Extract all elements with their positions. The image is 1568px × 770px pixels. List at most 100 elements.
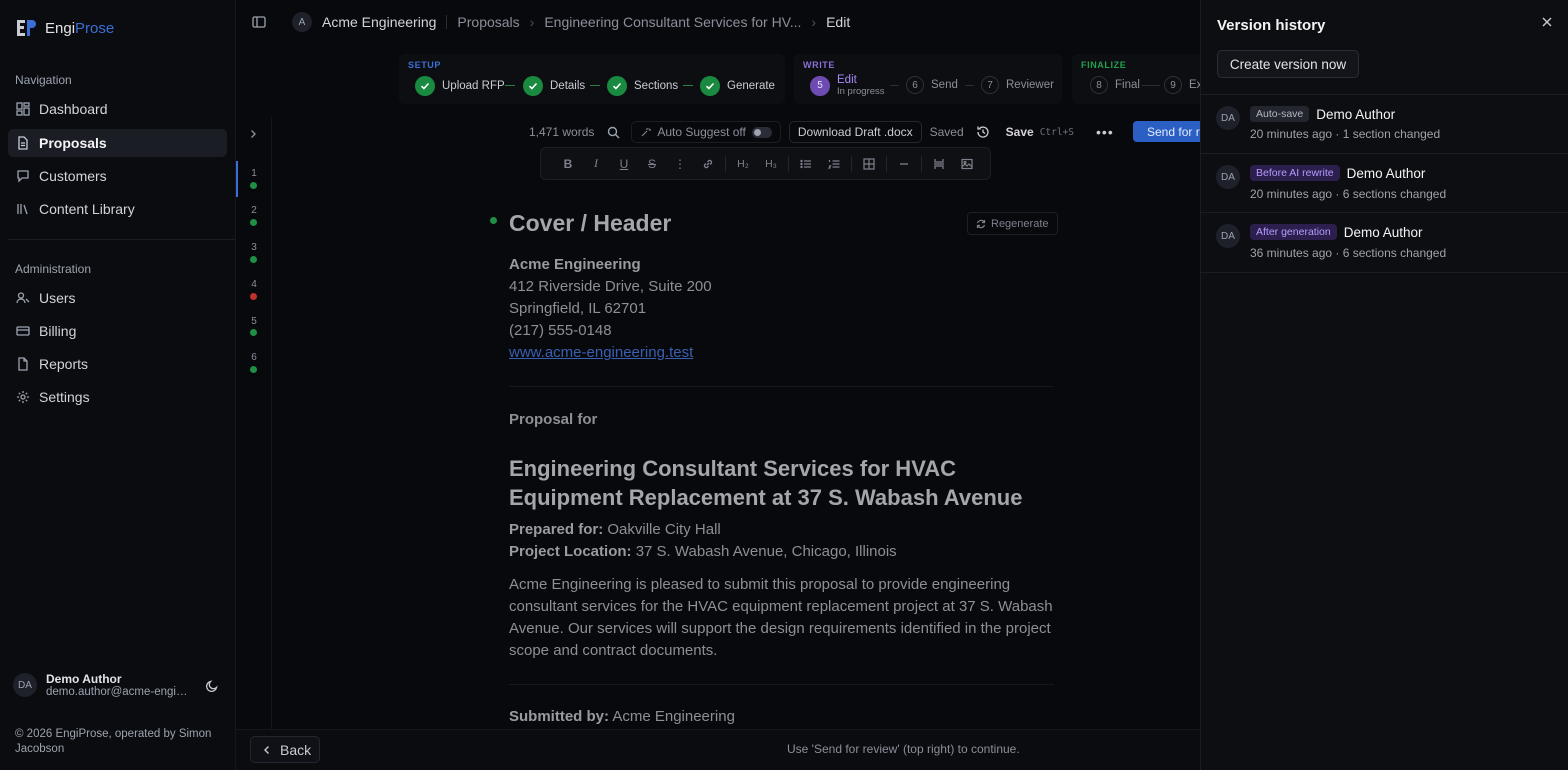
rail-section-2[interactable]: 2 bbox=[249, 205, 259, 216]
submitted-by[interactable]: Submitted by: Acme Engineering bbox=[509, 708, 1054, 725]
table-button[interactable] bbox=[855, 154, 883, 174]
version-item[interactable]: DA After generation Demo Author 36 minut… bbox=[1201, 213, 1568, 272]
proposal-title[interactable]: Engineering Consultant Services for HVAC… bbox=[509, 454, 1054, 512]
step-final[interactable]: 8 Final bbox=[1090, 76, 1140, 94]
company-address-block[interactable]: Acme Engineering 412 Riverside Drive, Su… bbox=[509, 254, 1054, 364]
step-details[interactable]: Details bbox=[523, 76, 585, 96]
user-card[interactable]: DA Demo Author demo.author@acme-engineer… bbox=[13, 672, 191, 698]
project-location-label: Project Location: bbox=[509, 543, 632, 560]
save-shortcut: Ctrl+S bbox=[1039, 126, 1075, 138]
version-item[interactable]: DA Before AI rewrite Demo Author 20 minu… bbox=[1201, 154, 1568, 213]
toolbar-divider bbox=[921, 155, 922, 172]
strikethrough-button[interactable]: S bbox=[638, 154, 666, 174]
version-item[interactable]: DA Auto-save Demo Author 20 minutes ago … bbox=[1201, 95, 1568, 154]
avatar: DA bbox=[1216, 106, 1240, 130]
more-vertical-icon[interactable]: ⋮ bbox=[666, 154, 694, 174]
sidebar-item-proposals[interactable]: Proposals bbox=[8, 129, 227, 157]
breadcrumb-divider bbox=[446, 15, 448, 29]
ordered-list-button[interactable] bbox=[820, 154, 848, 174]
version-time: 36 minutes ago bbox=[1250, 246, 1333, 260]
saved-status: Saved bbox=[929, 125, 964, 139]
toolbar-divider bbox=[886, 155, 887, 172]
download-draft-button[interactable]: Download Draft .docx bbox=[788, 121, 922, 143]
sidebar-item-content-library[interactable]: Content Library bbox=[8, 195, 227, 223]
status-dot bbox=[250, 182, 257, 189]
step-edit[interactable]: 5 Edit In progress bbox=[810, 74, 885, 97]
stepper-finalize: FINALIZE 8 Final 9 Ex bbox=[1072, 54, 1202, 104]
bottom-bar bbox=[236, 729, 1200, 770]
page-break-button[interactable] bbox=[925, 154, 953, 174]
step-generate[interactable]: Generate bbox=[700, 76, 775, 96]
dashboard-icon bbox=[16, 102, 30, 116]
history-icon[interactable] bbox=[976, 125, 990, 139]
heading-2-button[interactable]: H₂ bbox=[729, 154, 757, 174]
sidebar-toggle-icon[interactable] bbox=[252, 15, 266, 29]
brand-logo[interactable]: EngiProse bbox=[15, 18, 114, 38]
step-send[interactable]: 6 Send bbox=[906, 76, 958, 94]
send-for-review-button[interactable]: Send for review bbox=[1133, 121, 1200, 142]
sidebar-item-label: Customers bbox=[39, 168, 107, 184]
proposal-for-label[interactable]: Proposal for bbox=[509, 411, 1054, 428]
save-button[interactable]: Save Ctrl+S bbox=[1006, 125, 1074, 139]
sidebar-item-dashboard[interactable]: Dashboard bbox=[8, 95, 227, 123]
intro-paragraph[interactable]: Acme Engineering is pleased to submit th… bbox=[509, 574, 1054, 662]
italic-button[interactable]: I bbox=[582, 154, 610, 174]
step-connector bbox=[683, 85, 693, 86]
close-icon[interactable] bbox=[1541, 16, 1553, 28]
website-link[interactable]: www.acme-engineering.test bbox=[509, 344, 693, 361]
version-meta: 20 minutes ago · 1 section changed bbox=[1250, 127, 1441, 141]
rail-section-1[interactable]: 1 bbox=[249, 168, 259, 179]
underline-button[interactable]: U bbox=[610, 154, 638, 174]
panel-title: Version history bbox=[1217, 17, 1326, 34]
project-meta[interactable]: Prepared for: Oakville City Hall Project… bbox=[509, 519, 1054, 563]
step-number: 9 bbox=[1164, 76, 1182, 94]
search-icon[interactable] bbox=[607, 126, 620, 139]
step-number: 7 bbox=[981, 76, 999, 94]
rail-section-5[interactable]: 5 bbox=[249, 316, 259, 327]
sidebar-item-users[interactable]: Users bbox=[8, 284, 227, 312]
horizontal-rule-button[interactable] bbox=[890, 154, 918, 174]
sidebar-item-billing[interactable]: Billing bbox=[8, 317, 227, 345]
step-export[interactable]: 9 Ex bbox=[1164, 76, 1202, 94]
chevron-right-icon: › bbox=[529, 14, 535, 30]
sidebar-item-reports[interactable]: Reports bbox=[8, 350, 227, 378]
toolbar-divider bbox=[788, 155, 789, 172]
breadcrumb-org[interactable]: Acme Engineering bbox=[322, 14, 436, 30]
sidebar-item-settings[interactable]: Settings bbox=[8, 383, 227, 411]
sidebar-item-customers[interactable]: Customers bbox=[8, 162, 227, 190]
step-sections[interactable]: Sections bbox=[607, 76, 678, 96]
status-dot bbox=[250, 256, 257, 263]
link-button[interactable] bbox=[694, 154, 722, 174]
regenerate-button[interactable]: Regenerate bbox=[967, 212, 1058, 235]
step-number: 5 bbox=[810, 75, 830, 96]
avatar: DA bbox=[1216, 165, 1240, 189]
chevron-right-icon[interactable] bbox=[247, 128, 259, 140]
auto-suggest-toggle[interactable]: Auto Suggest off bbox=[631, 121, 781, 143]
version-history-panel: Version history Create version now DA Au… bbox=[1200, 0, 1568, 770]
rail-section-6[interactable]: 6 bbox=[249, 352, 259, 363]
logo-icon bbox=[15, 18, 37, 38]
step-sub-label: In progress bbox=[837, 86, 885, 97]
bold-button[interactable]: B bbox=[554, 154, 582, 174]
rail-section-4[interactable]: 4 bbox=[249, 279, 259, 290]
step-label: Edit bbox=[837, 74, 857, 86]
step-reviewer[interactable]: 7 Reviewer bbox=[981, 76, 1054, 94]
user-email: demo.author@acme-engineering.test bbox=[46, 686, 191, 698]
image-button[interactable] bbox=[953, 154, 981, 174]
rail-section-3[interactable]: 3 bbox=[249, 242, 259, 253]
back-button[interactable]: Back bbox=[250, 736, 320, 763]
step-upload-rfp[interactable]: Upload RFP bbox=[415, 76, 505, 96]
bullet-list-button[interactable] bbox=[792, 154, 820, 174]
more-icon[interactable]: ••• bbox=[1096, 124, 1114, 140]
auto-suggest-switch[interactable] bbox=[751, 126, 772, 138]
table-icon bbox=[863, 157, 875, 170]
breadcrumb-proposal[interactable]: Engineering Consultant Services for HV..… bbox=[544, 14, 801, 30]
moon-icon[interactable] bbox=[205, 679, 219, 693]
heading-3-button[interactable]: H₃ bbox=[757, 154, 785, 174]
create-version-button[interactable]: Create version now bbox=[1217, 50, 1359, 78]
chat-icon bbox=[17, 170, 29, 183]
chevron-left-icon bbox=[264, 745, 269, 754]
step-connector bbox=[590, 85, 600, 86]
stepper-group-label: FINALIZE bbox=[1081, 60, 1127, 70]
breadcrumb-proposals[interactable]: Proposals bbox=[457, 14, 519, 30]
